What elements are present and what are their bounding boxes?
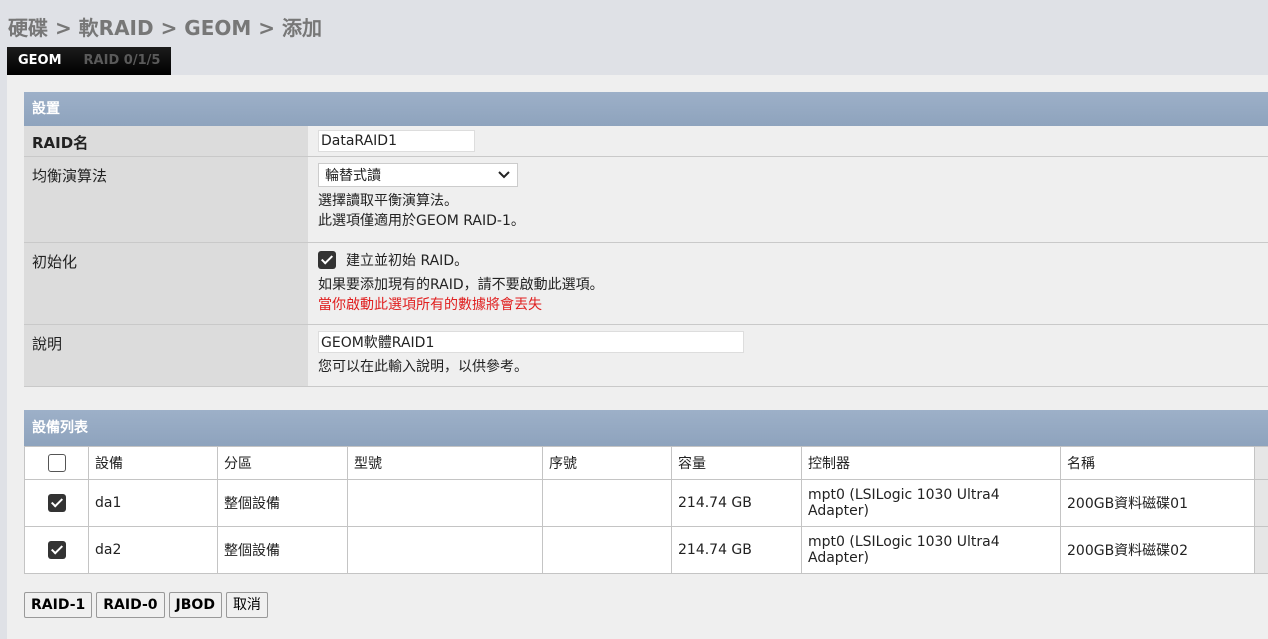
jbod-button[interactable]: JBOD [168, 592, 222, 618]
raid0-button[interactable]: RAID-0 [96, 592, 165, 618]
cell-device: da2 [88, 526, 218, 574]
cancel-button[interactable]: 取消 [225, 592, 268, 618]
devices-section: 設備列表 設備 分區 型號 序號 容量 控制器 名稱 da1 整個設備 214.… [24, 410, 1268, 574]
col-name[interactable]: 名稱 [1060, 446, 1255, 480]
tab-raid-015[interactable]: RAID 0/1/5 [73, 47, 172, 75]
balance-label: 均衡演算法 [24, 157, 308, 242]
tab-geom[interactable]: GEOM [7, 47, 73, 75]
raid-name-label: RAID名 [24, 126, 308, 156]
balance-hint-2: 此選項僅適用於GEOM RAID-1。 [318, 213, 525, 229]
row-select-cell [24, 526, 89, 574]
cell-size: 214.74 GB [671, 526, 802, 574]
action-buttons: RAID-1 RAID-0 JBOD 取消 [24, 592, 268, 618]
cell-model [347, 526, 543, 574]
scrollbar-track[interactable] [1254, 446, 1268, 480]
table-row: da2 整個設備 214.74 GB mpt0 (LSILogic 1030 U… [24, 526, 1268, 574]
balance-select[interactable]: 輪替式讀 [318, 163, 518, 187]
chevron-down-icon [498, 171, 510, 179]
devices-header: 設備列表 [24, 410, 1268, 446]
col-controller[interactable]: 控制器 [801, 446, 1061, 480]
cell-controller: mpt0 (LSILogic 1030 Ultra4 Adapter) [801, 479, 1061, 527]
settings-header: 設置 [24, 92, 1268, 126]
description-input[interactable] [318, 331, 744, 353]
col-device[interactable]: 設備 [88, 446, 218, 480]
scrollbar-track[interactable] [1254, 479, 1268, 527]
cell-size: 214.74 GB [671, 479, 802, 527]
row-checkbox[interactable] [47, 494, 66, 512]
scrollbar-track[interactable] [1254, 526, 1268, 574]
row-select-cell [24, 479, 89, 527]
cell-name: 200GB資料磁碟01 [1060, 479, 1255, 527]
tab-bar: GEOM RAID 0/1/5 [7, 47, 172, 75]
init-label: 初始化 [24, 243, 308, 324]
table-header-row: 設備 分區 型號 序號 容量 控制器 名稱 [24, 446, 1268, 480]
cell-serial [542, 526, 672, 574]
cell-device: da1 [88, 479, 218, 527]
content-panel: 設置 RAID名 均衡演算法 輪替式讀 選擇讀取平衡演算法。 此選項僅適用於GE… [7, 75, 1268, 639]
col-size[interactable]: 容量 [671, 446, 802, 480]
cell-serial [542, 479, 672, 527]
description-row: 說明 您可以在此輸入說明，以供參考。 [24, 325, 1268, 387]
raid-name-row: RAID名 [24, 126, 1268, 157]
breadcrumb: 硬碟 > 軟RAID > GEOM > 添加 [8, 16, 322, 40]
device-table: 設備 分區 型號 序號 容量 控制器 名稱 da1 整個設備 214.74 GB… [24, 446, 1268, 574]
cell-partition: 整個設備 [217, 526, 348, 574]
cell-controller: mpt0 (LSILogic 1030 Ultra4 Adapter) [801, 526, 1061, 574]
row-checkbox[interactable] [47, 541, 66, 559]
raid1-button[interactable]: RAID-1 [24, 592, 93, 618]
cell-partition: 整個設備 [217, 479, 348, 527]
col-serial[interactable]: 序號 [542, 446, 672, 480]
balance-hint-1: 選擇讀取平衡演算法。 [318, 193, 458, 209]
col-model[interactable]: 型號 [347, 446, 543, 480]
cell-name: 200GB資料磁碟02 [1060, 526, 1255, 574]
select-all-checkbox[interactable] [47, 454, 66, 472]
init-row: 初始化 建立並初始 RAID。 如果要添加現有的RAID，請不要啟動此選項。 當… [24, 243, 1268, 325]
description-hint: 您可以在此輸入說明，以供參考。 [318, 359, 528, 375]
balance-row: 均衡演算法 輪替式讀 選擇讀取平衡演算法。 此選項僅適用於GEOM RAID-1… [24, 157, 1268, 243]
init-checkbox[interactable] [318, 251, 336, 269]
table-row: da1 整個設備 214.74 GB mpt0 (LSILogic 1030 U… [24, 479, 1268, 527]
description-label: 說明 [24, 325, 308, 386]
col-partition[interactable]: 分區 [217, 446, 348, 480]
raid-name-input[interactable] [318, 130, 475, 152]
init-checkbox-label: 建立並初始 RAID。 [346, 253, 469, 269]
settings-section: 設置 RAID名 均衡演算法 輪替式讀 選擇讀取平衡演算法。 此選項僅適用於GE… [24, 92, 1268, 387]
cell-model [347, 479, 543, 527]
init-warning: 當你啟動此選項所有的數據將會丟失 [318, 297, 542, 313]
init-hint: 如果要添加現有的RAID，請不要啟動此選項。 [318, 277, 604, 293]
balance-selected-value: 輪替式讀 [325, 168, 381, 184]
select-all-cell [24, 446, 89, 480]
